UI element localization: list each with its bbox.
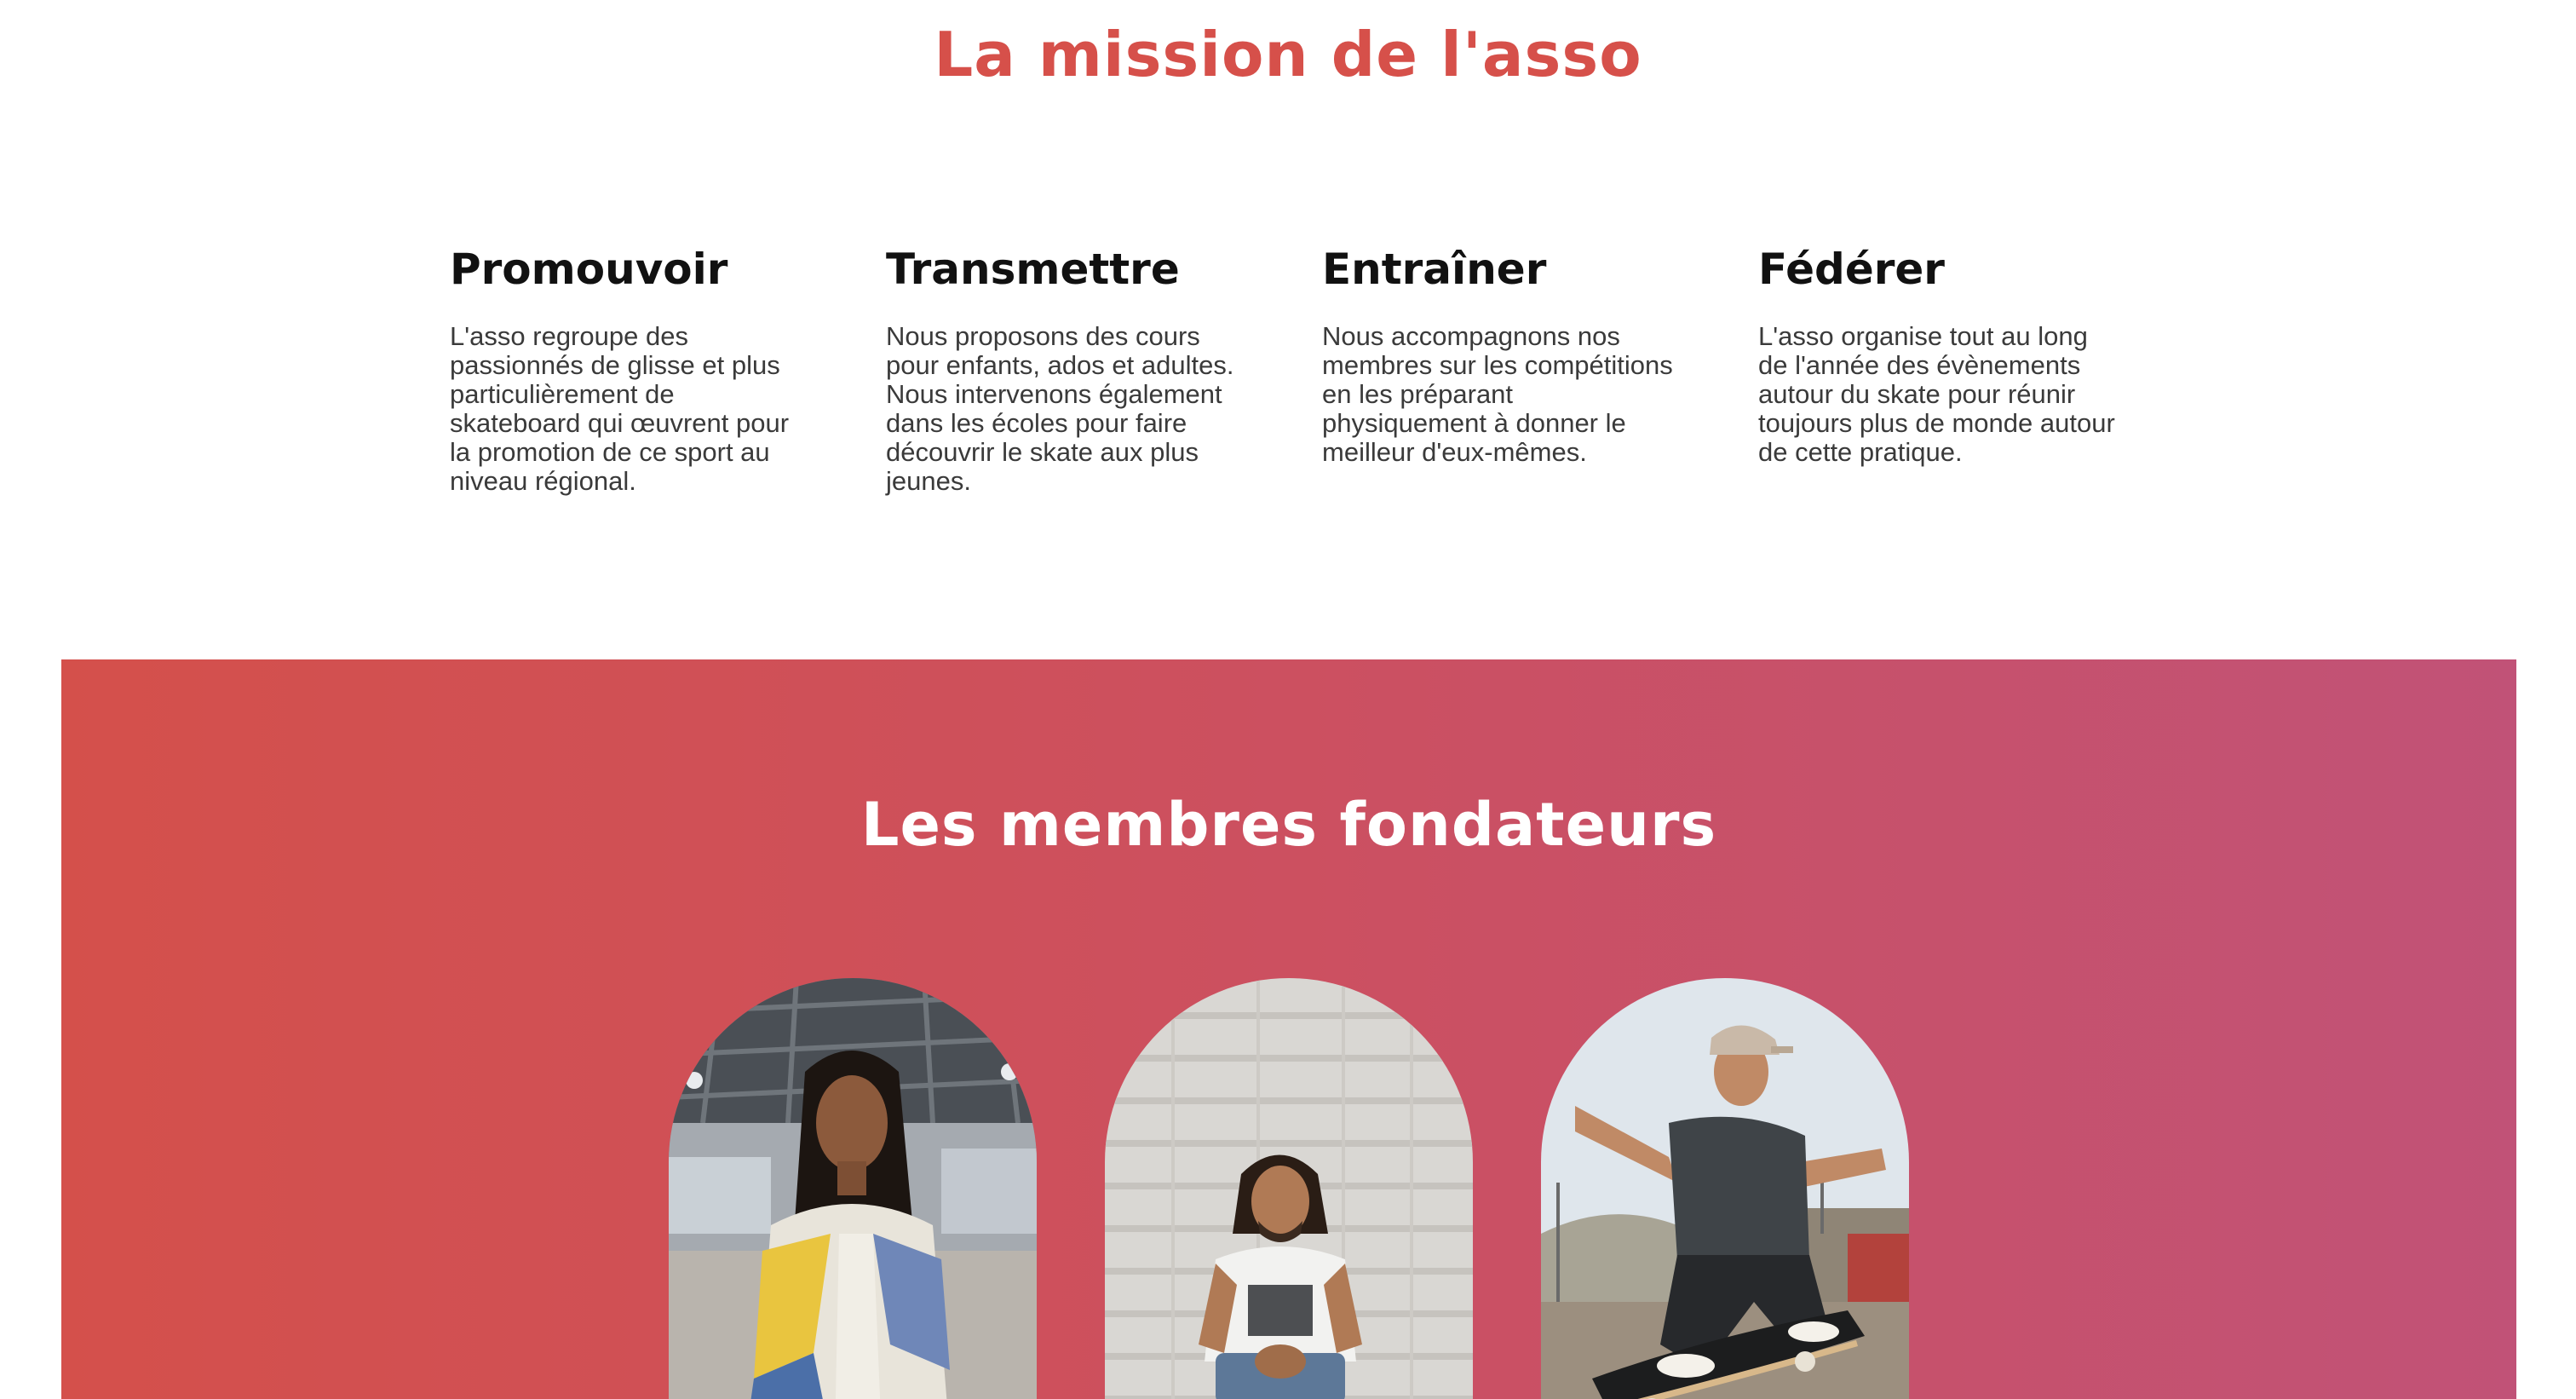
page: La mission de l'asso Promouvoir L'asso r…: [0, 0, 2576, 1399]
pillar-title: Fédérer: [1758, 245, 1945, 294]
mission-title: La mission de l'asso: [934, 19, 1642, 90]
pillar-text-line: pour enfants, ados et adultes.: [886, 350, 1234, 380]
pillar-text-line: découvrir le skate aux plus: [886, 437, 1199, 467]
pillar-text-line: niveau régional.: [450, 466, 636, 496]
pillar-text-line: en les préparant: [1322, 379, 1514, 409]
pillar-text-line: toujours plus de monde autour: [1758, 408, 2115, 438]
pillar-text-line: autour du skate pour réunir: [1758, 379, 2076, 409]
pillar-text-line: L'asso organise tout au long: [1758, 321, 2088, 351]
pillar-text-line: Nous accompagnons nos: [1322, 321, 1620, 351]
founders-section: Les membres fondateurs: [61, 659, 2516, 1399]
mission-pillars: Promouvoir L'asso regroupe des passionné…: [450, 239, 2153, 511]
founder-photo-woman: [669, 978, 1037, 1399]
pillar-federer: Fédérer L'asso organise tout au long de …: [1758, 239, 2142, 467]
founder-photo-skater-image: [1541, 978, 1909, 1399]
pillar-text-line: de cette pratique.: [1758, 437, 1963, 467]
pillar-promouvoir: Promouvoir L'asso regroupe des passionné…: [450, 239, 833, 496]
founder-photo-woman-image: [669, 978, 1037, 1399]
pillar-text: L'asso organise tout au long de l'année …: [1758, 322, 2142, 467]
pillar-text-line: skateboard qui œuvrent pour: [450, 408, 790, 438]
founders-title: Les membres fondateurs: [860, 790, 1717, 860]
pillar-text-line: la promotion de ce sport au: [450, 437, 770, 467]
pillar-title: Promouvoir: [450, 245, 728, 294]
pillar-text: Nous proposons des cours pour enfants, a…: [886, 322, 1269, 496]
founder-photo-man-stairs-image: [1105, 978, 1473, 1399]
pillar-title: Entraîner: [1322, 245, 1547, 294]
pillar-text-line: L'asso regroupe des: [450, 321, 688, 351]
pillar-title: Transmettre: [886, 245, 1180, 294]
pillar-text-line: de l'année des évènements: [1758, 350, 2081, 380]
founder-photo-man-stairs: [1105, 978, 1473, 1399]
pillar-entrainer: Entraîner Nous accompagnons nos membres …: [1322, 239, 1705, 467]
pillar-text: Nous accompagnons nos membres sur les co…: [1322, 322, 1705, 467]
pillar-text-line: passionnés de glisse et plus: [450, 350, 780, 380]
pillar-text-line: meilleur d'eux-mêmes.: [1322, 437, 1587, 467]
founder-photo-skater: [1541, 978, 1909, 1399]
pillar-text-line: dans les écoles pour faire: [886, 408, 1187, 438]
pillar-transmettre: Transmettre Nous proposons des cours pou…: [886, 239, 1269, 496]
pillar-text-line: jeunes.: [886, 466, 971, 496]
pillar-text-line: Nous intervenons également: [886, 379, 1222, 409]
pillar-text-line: membres sur les compétitions: [1322, 350, 1673, 380]
pillar-text-line: physiquement à donner le: [1322, 408, 1626, 438]
pillar-text-line: particulièrement de: [450, 379, 675, 409]
pillar-text: L'asso regroupe des passionnés de glisse…: [450, 322, 833, 496]
pillar-text-line: Nous proposons des cours: [886, 321, 1200, 351]
